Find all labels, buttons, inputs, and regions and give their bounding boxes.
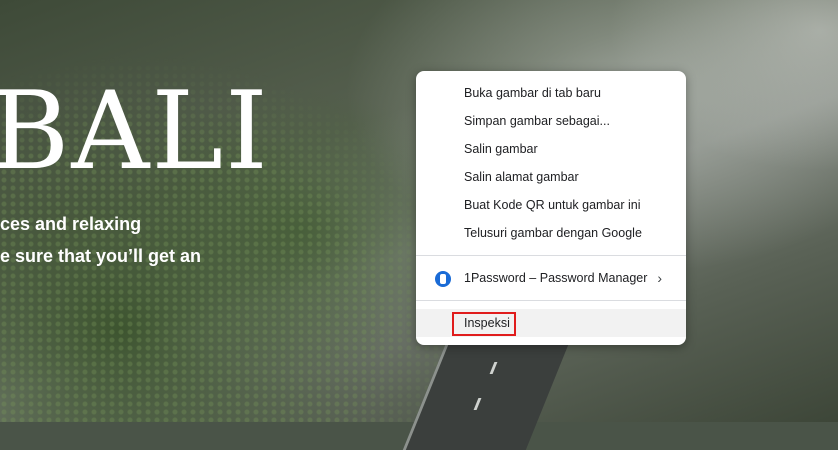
menu-item-open-image-new-tab[interactable]: Buka gambar di tab baru — [416, 79, 686, 107]
annotation-highlight-box — [452, 312, 516, 336]
menu-item-1password[interactable]: 1Password – Password Manager › — [416, 264, 686, 292]
menu-item-1password-label: 1Password – Password Manager — [464, 271, 648, 285]
menu-item-save-image-as[interactable]: Simpan gambar sebagai... — [416, 107, 686, 135]
chevron-right-icon: › — [657, 270, 662, 286]
menu-item-copy-image-address[interactable]: Salin alamat gambar — [416, 163, 686, 191]
1password-icon — [435, 271, 451, 287]
hero-title: BALI — [0, 69, 270, 194]
menu-item-copy-image[interactable]: Salin gambar — [416, 135, 686, 163]
menu-separator — [416, 255, 686, 256]
menu-item-search-image-google[interactable]: Telusuri gambar dengan Google — [416, 219, 686, 247]
menu-separator — [416, 300, 686, 301]
hero-text-line-2: e sure that you’ll get an — [0, 246, 202, 266]
hero-text-line-1: ces and relaxing — [0, 214, 142, 234]
context-menu: Buka gambar di tab baru Simpan gambar se… — [416, 71, 686, 345]
menu-item-create-qr-code[interactable]: Buat Kode QR untuk gambar ini — [416, 191, 686, 219]
